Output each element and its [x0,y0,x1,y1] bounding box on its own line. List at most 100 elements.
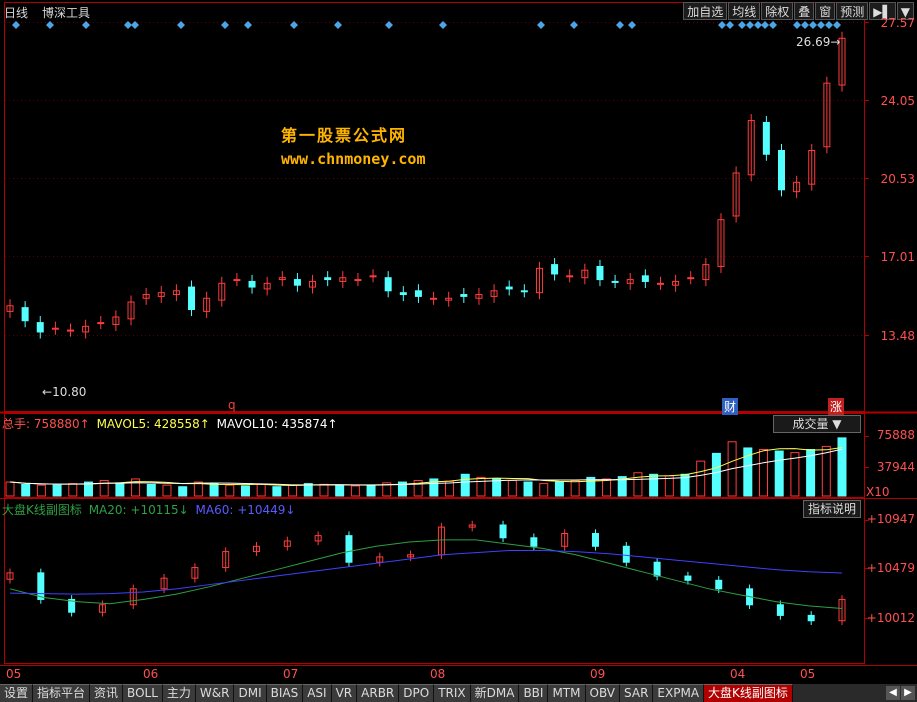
tab-2[interactable]: 资讯 [90,684,124,702]
volume-indicator-select[interactable]: 成交量 ▼ [773,415,861,433]
tab-5[interactable]: W&R [195,684,235,702]
price-candle [36,322,44,333]
signal-diamond-icon [761,21,769,29]
signal-diamond-icon [570,21,578,29]
price-tick-label: 27.57 [880,16,915,30]
indicator-ma20: MA20: +10115↓ [88,503,189,517]
price-tick-label: 17.01 [880,250,915,264]
volume-bar [209,483,219,497]
mark-limit-up[interactable]: 涨 [828,398,845,415]
signal-diamond-icon [817,21,825,29]
high-price-label: 26.69→ [796,35,841,49]
indicator-candle [499,524,507,539]
volume-bar [240,485,250,497]
tab-6[interactable]: DMI [234,684,267,702]
tool-label[interactable]: 博深工具 [38,4,90,21]
mark-finance[interactable]: 财 [722,398,739,415]
volume-bar [288,484,298,497]
signal-diamond-icon [718,21,726,29]
exright-button[interactable]: 除权 [761,2,794,20]
signal-diamond-icon [537,21,545,29]
volume-mavol5: MAVOL5: 428558↑ [96,417,210,431]
indicator-candle [776,604,784,616]
signal-diamond-icon [290,21,298,29]
tab-11[interactable]: DPO [399,684,435,702]
signal-diamonds [12,21,841,29]
signal-diamond-icon [754,21,762,29]
price-candle [596,265,604,281]
price-candle [21,307,29,322]
tab-17[interactable]: SAR [620,684,654,702]
window-button[interactable]: 窗 [815,2,836,20]
signal-diamond-icon [793,21,801,29]
predict-button[interactable]: 预测 [836,2,869,20]
signal-diamond-icon [726,21,734,29]
indicator-panel-frame [4,498,865,664]
ma-button[interactable]: 均线 [728,2,761,20]
indicator-tick-label: +10479 [866,561,915,575]
indicator-tick-label: +10012 [866,611,915,625]
volume-bar [523,481,533,497]
price-candle [233,279,241,282]
mark-q[interactable]: q [228,398,236,412]
indicator-name: 大盘K线副图标 [2,503,82,517]
tab-0[interactable]: 设置 [0,684,34,702]
tab-8[interactable]: ASI [303,684,332,702]
indicator-candle [622,545,630,563]
price-candle [641,275,649,282]
volume-bar [178,486,188,497]
tab-7[interactable]: BIAS [266,684,304,702]
x-axis-label: 08 [430,667,446,681]
tab-12[interactable]: TRIX [434,684,471,702]
toolbar: 加自选 均线 除权 叠 窗 预测 ▶▌ ▼ [683,2,914,22]
price-candle [520,290,528,293]
indicator-candle [345,535,353,563]
price-candle [188,286,196,310]
signal-diamond-icon [82,21,90,29]
indicator-help-button[interactable]: 指标说明 [803,500,861,518]
volume-bar [52,484,62,497]
period-label[interactable]: 日线 [0,4,28,21]
volume-bar [68,483,78,497]
indicator-ma-lines [9,539,843,609]
tab-scroll-left-icon[interactable]: ◀ [886,686,900,700]
volume-bar [570,480,580,497]
kline-chart[interactable] [0,0,917,702]
add-watch-button[interactable]: 加自选 [683,2,728,20]
overlay-button[interactable]: 叠 [794,2,815,20]
volume-bar [146,483,156,497]
volume-bar [366,484,376,497]
volume-bar [602,478,612,497]
tab-19[interactable]: 大盘K线副图标 [704,684,793,702]
tab-10[interactable]: ARBR [357,684,400,702]
x-axis-label: 05 [6,667,22,681]
tab-16[interactable]: OBV [585,684,621,702]
price-candle [505,286,513,290]
volume-tick-label: 37944 [876,460,915,474]
tab-3[interactable]: BOLL [123,684,163,702]
price-candle [460,294,468,297]
tab-scroll-right-icon[interactable]: ▶ [901,686,915,700]
tab-15[interactable]: MTM [548,684,586,702]
tab-13[interactable]: 新DMA [470,684,520,702]
volume-bar [193,481,203,497]
indicator-candle [807,614,815,622]
tab-18[interactable]: EXPMA [653,684,705,702]
indicator-candle [37,572,45,600]
price-candle [777,150,785,191]
price-tick-label: 20.53 [880,172,915,186]
price-candle [687,277,695,280]
volume-bar [649,473,659,497]
indicator-candle [530,537,538,547]
tab-9[interactable]: VR [331,684,358,702]
tab-1[interactable]: 指标平台 [33,684,91,702]
volume-bar [711,452,721,497]
signal-diamond-icon [769,21,777,29]
price-candle [51,327,59,330]
signal-diamond-icon [746,21,754,29]
volume-legend: 总手: 758880↑ MAVOL5: 428558↑ MAVOL10: 435… [2,415,338,432]
price-candle [762,121,770,155]
tab-14[interactable]: BBI [519,684,549,702]
tab-4[interactable]: 主力 [162,684,196,702]
price-candle [551,264,559,275]
